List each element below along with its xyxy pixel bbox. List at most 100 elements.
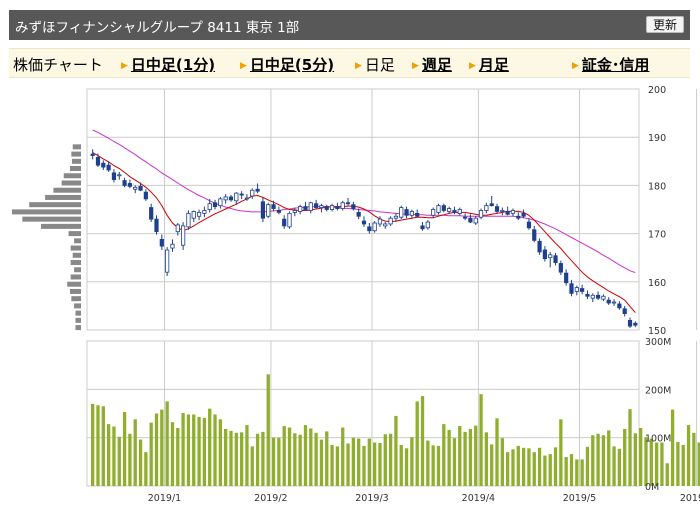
candle-body xyxy=(191,211,196,219)
volume-bar xyxy=(463,431,467,486)
volume-bar xyxy=(170,422,175,486)
candle-body xyxy=(548,254,553,259)
volume-bar xyxy=(282,426,286,486)
candlestick xyxy=(372,221,377,233)
volume-bar xyxy=(484,432,489,486)
volume-bar xyxy=(410,437,414,486)
volume-bar xyxy=(639,428,643,486)
candle-body xyxy=(415,212,420,217)
candle-body xyxy=(181,225,186,246)
candle-body xyxy=(372,222,377,232)
candle-body xyxy=(101,162,106,168)
candlestick xyxy=(436,203,441,215)
candle-body xyxy=(314,203,319,208)
candle-body xyxy=(165,249,170,273)
volume-bar xyxy=(591,435,595,486)
volume-tick-label: 0M xyxy=(645,482,659,493)
volume-profile-bar xyxy=(74,303,81,309)
volume-bar xyxy=(255,433,260,486)
volume-bar xyxy=(660,442,664,486)
volume-bar xyxy=(511,449,515,486)
candle-body xyxy=(159,238,164,247)
volume-bar xyxy=(101,406,105,486)
candle-body xyxy=(228,196,234,201)
volume-bar xyxy=(271,437,276,486)
candle-body xyxy=(175,224,180,233)
volume-bar xyxy=(218,419,222,486)
candle-body xyxy=(404,209,409,216)
volume-bar xyxy=(580,459,584,486)
candlestick xyxy=(266,202,271,219)
candle-body xyxy=(244,197,250,200)
volume-bar xyxy=(330,444,334,486)
candle-body xyxy=(494,206,500,212)
volume-bar xyxy=(516,445,520,486)
volume-bar xyxy=(569,454,574,486)
candle-body xyxy=(223,196,228,201)
candle-body xyxy=(319,205,324,208)
volume-bar xyxy=(91,403,95,486)
candle-body xyxy=(388,217,393,225)
volume-bar xyxy=(245,425,249,486)
candle-body xyxy=(106,164,111,171)
candlestick xyxy=(399,205,404,220)
candle-body xyxy=(170,243,175,249)
volume-bar xyxy=(654,442,659,486)
volume-bar xyxy=(277,437,281,486)
volume-profile-bar xyxy=(40,223,81,229)
volume-bar xyxy=(293,433,297,486)
volume-bar xyxy=(309,428,313,486)
candle-body xyxy=(633,322,638,326)
volume-profile-bar xyxy=(75,317,81,323)
candle-body xyxy=(260,201,266,219)
candle-body xyxy=(627,319,633,327)
volume-bar xyxy=(362,445,366,486)
volume-bar xyxy=(553,447,558,486)
volume-bar xyxy=(490,444,494,486)
candle-body xyxy=(606,299,611,304)
volume-bar xyxy=(314,432,318,486)
volume-bar xyxy=(160,409,164,486)
volume-bar xyxy=(495,418,499,486)
candle-body xyxy=(590,294,595,299)
candle-body xyxy=(250,189,255,197)
volume-bar xyxy=(250,446,254,486)
volume-profile-bar xyxy=(75,325,81,331)
candle-body xyxy=(255,188,260,192)
candle-body xyxy=(271,204,276,209)
volume-bar xyxy=(521,447,526,486)
candle-body xyxy=(457,209,462,214)
volume-bar xyxy=(543,455,547,486)
candle-body xyxy=(399,207,404,218)
candle-body xyxy=(90,153,95,156)
volume-bar xyxy=(213,414,217,486)
candle-body xyxy=(138,185,143,191)
volume-bar xyxy=(144,452,148,486)
volume-bar xyxy=(128,433,132,486)
price-tick-label: 170 xyxy=(648,230,666,241)
volume-profile-bar xyxy=(74,238,81,244)
volume-bar xyxy=(165,401,169,486)
volume-tick-label: 300M xyxy=(645,337,671,348)
volume-tick-label: 200M xyxy=(645,385,671,396)
volume-bar xyxy=(404,448,409,486)
candle-body xyxy=(436,205,441,213)
candle-body xyxy=(345,202,351,205)
volume-bar xyxy=(319,439,324,486)
volume-bar xyxy=(122,412,127,486)
candle-body xyxy=(516,215,521,219)
candle-body xyxy=(611,301,617,304)
volume-bar xyxy=(112,426,116,486)
volume-profile-bar xyxy=(29,202,81,208)
volume-bar xyxy=(447,429,451,486)
candle-body xyxy=(117,174,122,177)
candle-body xyxy=(186,212,191,228)
candle-body xyxy=(468,217,473,223)
volume-bar xyxy=(325,431,329,486)
volume-bar xyxy=(686,425,691,486)
candle-body xyxy=(149,207,154,220)
x-tick-label: 2019/3 xyxy=(355,493,388,504)
volume-bar xyxy=(372,442,377,486)
volume-bar xyxy=(548,454,552,486)
candle-body xyxy=(484,205,489,211)
